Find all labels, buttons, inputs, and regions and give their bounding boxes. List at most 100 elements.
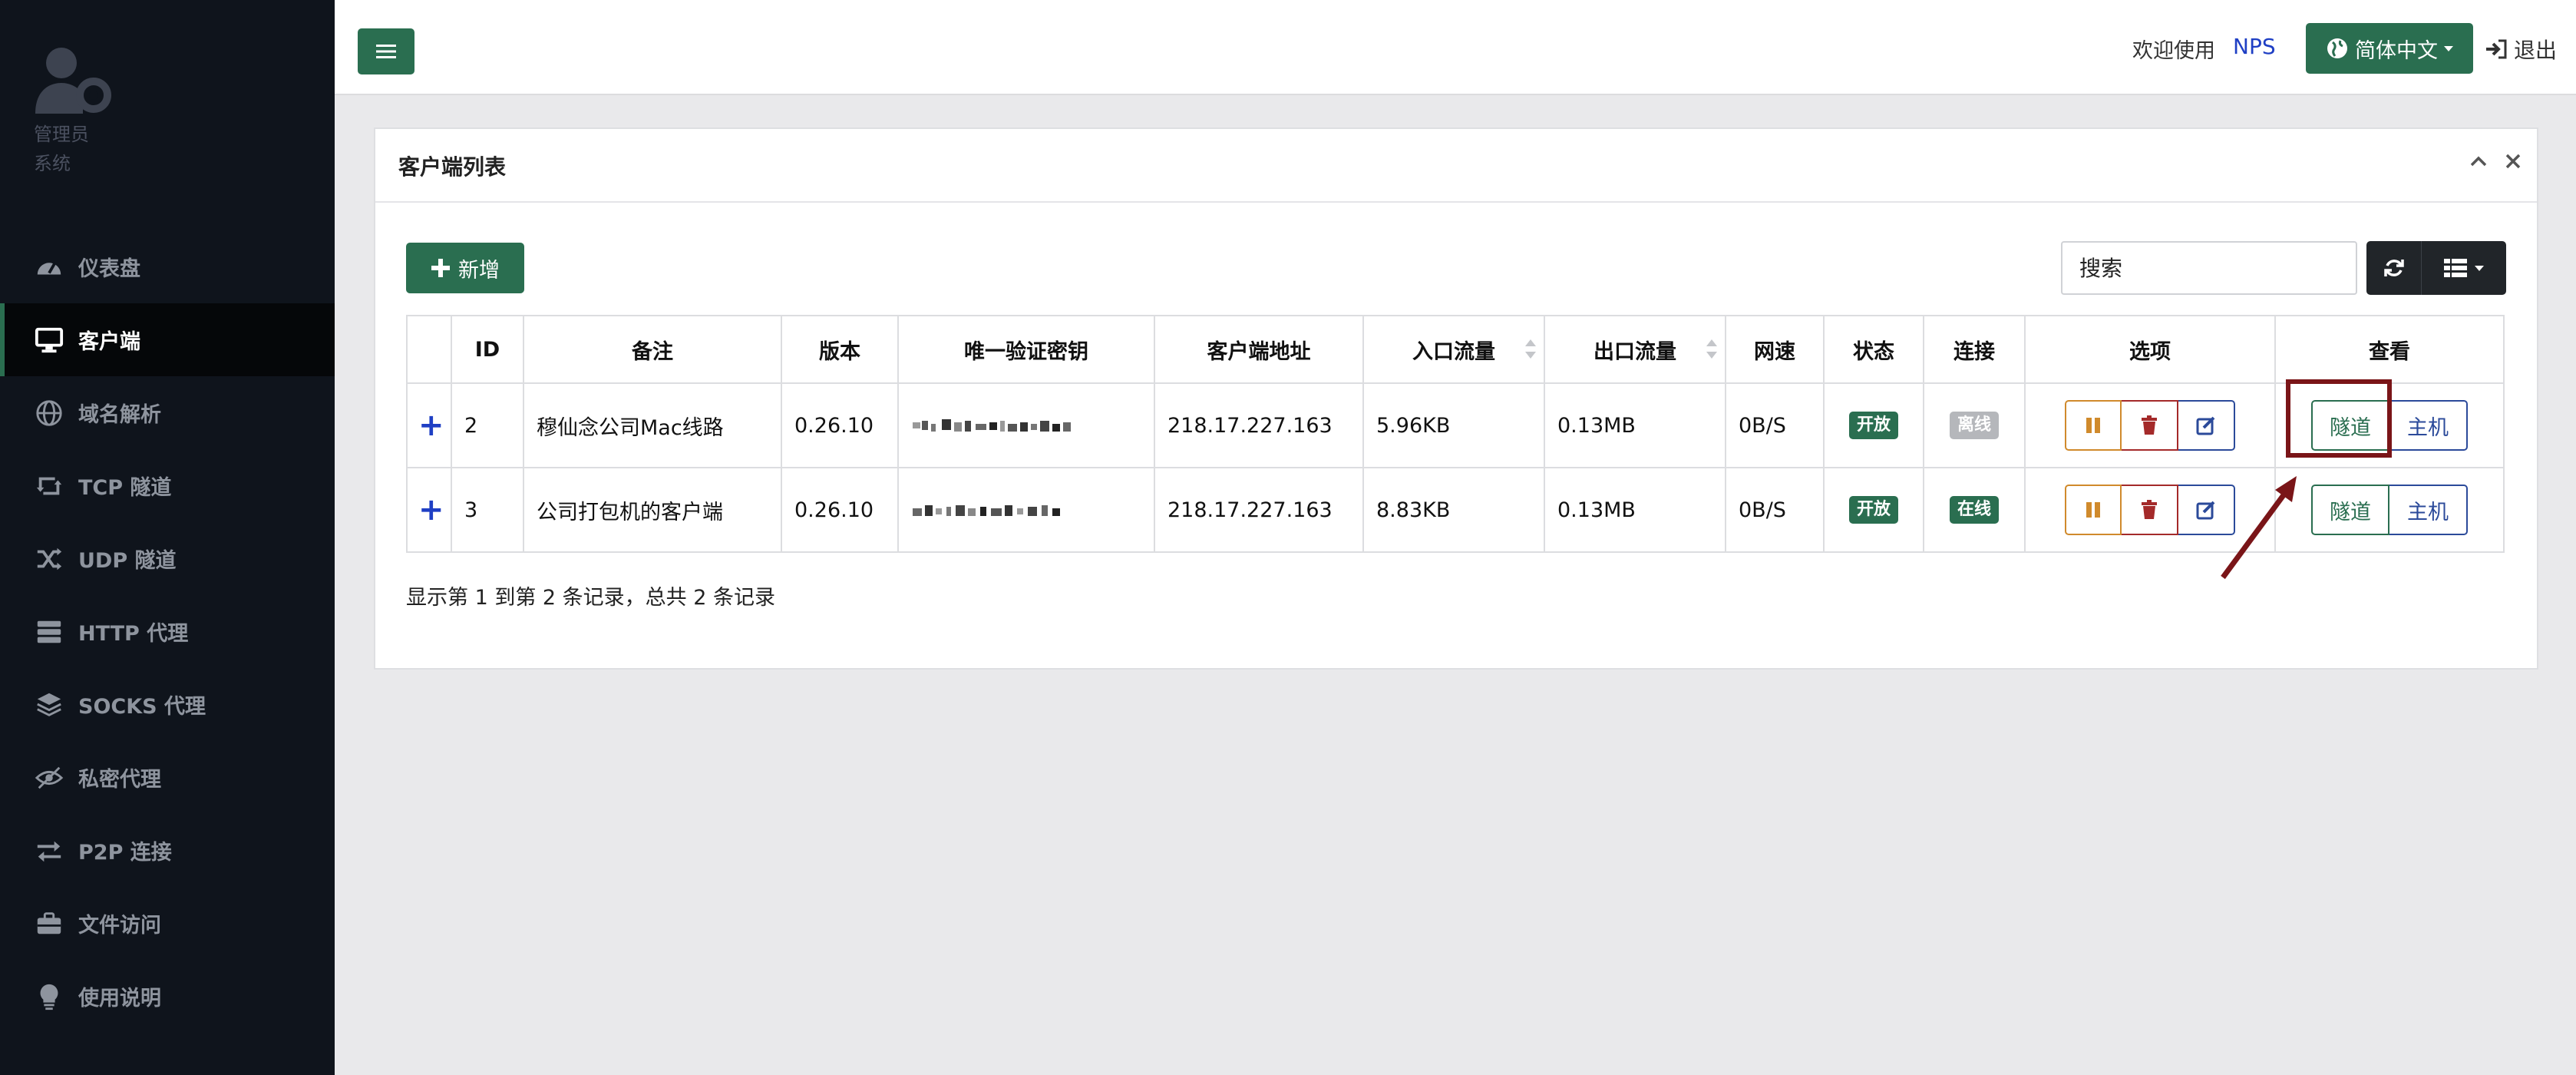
client-list-panel: 客户端列表 新增 ID 备注 版本 唯一验证密钥 客户端地址 入: [374, 127, 2538, 670]
plus-icon: [431, 259, 450, 277]
profile-name: 系统: [34, 153, 71, 174]
retweet-icon: [34, 471, 64, 501]
column-header-address[interactable]: 客户端地址: [1154, 315, 1364, 384]
cell-id: 3: [451, 467, 524, 553]
refresh-button[interactable]: [2366, 241, 2422, 295]
cell-address: 218.17.227.163: [1154, 382, 1364, 468]
sidebar-item-p2p[interactable]: P2P 连接: [0, 814, 335, 887]
language-dropdown[interactable]: 简体中文: [2306, 23, 2473, 74]
hamburger-icon: [376, 45, 396, 58]
options-button-group: [2065, 485, 2235, 535]
cell-out-flow: 0.13MB: [1544, 467, 1726, 553]
search-input[interactable]: [2061, 241, 2357, 295]
view-button-group: 隧道 主机: [2311, 400, 2468, 451]
trash-icon: [2142, 415, 2157, 435]
logout-label: 退出: [2514, 38, 2558, 63]
sidebar-item-label: TCP 隧道: [78, 476, 172, 500]
sidebar-item-label: 仪表盘: [78, 257, 140, 281]
server-icon: [34, 617, 64, 647]
cell-out-flow: 0.13MB: [1544, 382, 1726, 468]
pagination-info: 显示第 1 到第 2 条记录，总共 2 条记录: [406, 586, 776, 610]
logout-link[interactable]: 退出: [2485, 34, 2557, 64]
column-header-connection[interactable]: 连接: [1923, 315, 2026, 384]
briefcase-icon: [34, 908, 64, 939]
sidebar-item-socks[interactable]: SOCKS 代理: [0, 668, 335, 741]
th-list-icon: [2444, 259, 2467, 277]
view-tunnel-button[interactable]: 隧道: [2311, 485, 2389, 535]
view-tunnel-button[interactable]: 隧道: [2311, 400, 2389, 451]
collapse-icon[interactable]: [2469, 152, 2488, 170]
edit-button[interactable]: [2178, 485, 2235, 535]
expand-row-button[interactable]: +: [406, 382, 452, 468]
table-toolbar: [2366, 241, 2506, 295]
random-icon: [34, 544, 64, 574]
pause-button[interactable]: [2065, 485, 2122, 535]
sidebar-item-label: 客户端: [78, 330, 140, 354]
delete-button[interactable]: [2122, 485, 2178, 535]
sidebar: 管理员 系统 仪表盘 客户端 域名解析 TCP 隧道 UDP 隧道 HTTP 代…: [0, 0, 335, 1075]
edit-icon: [2196, 416, 2215, 435]
sidebar-item-dashboard[interactable]: 仪表盘: [0, 230, 335, 303]
cell-options: [2024, 382, 2276, 468]
sidebar-item-domain[interactable]: 域名解析: [0, 376, 335, 449]
column-header-remark[interactable]: 备注: [523, 315, 782, 384]
top-navbar: 欢迎使用 NPS 简体中文 退出: [335, 0, 2576, 95]
sidebar-item-label: 域名解析: [78, 403, 161, 427]
eye-slash-icon: [34, 762, 64, 793]
nps-link[interactable]: NPS: [2233, 34, 2276, 59]
view-host-button[interactable]: 主机: [2389, 485, 2468, 535]
column-header-status[interactable]: 状态: [1823, 315, 1924, 384]
cell-key: [897, 467, 1155, 553]
column-header-speed[interactable]: 网速: [1725, 315, 1825, 384]
globe-icon: [34, 398, 64, 428]
cell-key: [897, 382, 1155, 468]
column-header-options: 选项: [2024, 315, 2276, 384]
column-header-version[interactable]: 版本: [781, 315, 899, 384]
cell-remark: 公司打包机的客户端: [523, 467, 782, 553]
sidebar-toggle-button[interactable]: [358, 28, 414, 74]
table-header-row: ID 备注 版本 唯一验证密钥 客户端地址 入口流量 出口流量 网速 状态 连接…: [406, 315, 2505, 384]
view-host-button[interactable]: 主机: [2389, 400, 2468, 451]
user-profile: 管理员 系统: [34, 43, 114, 178]
sidebar-item-http[interactable]: HTTP 代理: [0, 595, 335, 668]
cell-view: 隧道 主机: [2274, 382, 2505, 468]
profile-role: 管理员: [34, 124, 89, 145]
expand-row-button[interactable]: +: [406, 467, 452, 553]
options-button-group: [2065, 400, 2235, 451]
cell-options: [2024, 467, 2276, 553]
sidebar-item-label: SOCKS 代理: [78, 695, 206, 719]
add-client-button[interactable]: 新增: [406, 243, 524, 293]
sidebar-item-label: 私密代理: [78, 768, 161, 792]
sidebar-item-label: 使用说明: [78, 987, 161, 1011]
column-header-key[interactable]: 唯一验证密钥: [897, 315, 1155, 384]
cell-in-flow: 8.83KB: [1362, 467, 1545, 553]
sidebar-item-udp[interactable]: UDP 隧道: [0, 522, 335, 595]
panel-title: 客户端列表: [398, 154, 507, 180]
caret-down-icon: [2475, 265, 2484, 271]
columns-dropdown-button[interactable]: [2422, 241, 2506, 295]
sidebar-item-clients[interactable]: 客户端: [0, 303, 335, 376]
cell-address: 218.17.227.163: [1154, 467, 1364, 553]
sign-out-icon: [2486, 39, 2507, 59]
column-header-out-flow[interactable]: 出口流量: [1544, 315, 1726, 384]
sidebar-item-files[interactable]: 文件访问: [0, 887, 335, 960]
cell-status: 开放: [1823, 382, 1924, 468]
cell-speed: 0B/S: [1725, 382, 1825, 468]
connection-badge: 离线: [1949, 412, 1999, 439]
sidebar-item-help[interactable]: 使用说明: [0, 960, 335, 1033]
trash-icon: [2142, 500, 2157, 519]
cell-version: 0.26.10: [781, 467, 899, 553]
delete-button[interactable]: [2122, 400, 2178, 451]
close-icon[interactable]: [2505, 152, 2522, 170]
sidebar-item-secret[interactable]: 私密代理: [0, 741, 335, 814]
desktop-icon: [34, 325, 64, 356]
column-header-id[interactable]: ID: [451, 315, 524, 384]
cell-status: 开放: [1823, 467, 1924, 553]
client-table: ID 备注 版本 唯一验证密钥 客户端地址 入口流量 出口流量 网速 状态 连接…: [406, 315, 2505, 553]
pause-button[interactable]: [2065, 400, 2122, 451]
sidebar-item-tcp[interactable]: TCP 隧道: [0, 449, 335, 522]
edit-button[interactable]: [2178, 400, 2235, 451]
column-header-in-flow[interactable]: 入口流量: [1362, 315, 1545, 384]
refresh-icon: [2383, 260, 2404, 276]
table-row: + 3 公司打包机的客户端 0.26.10 218.17.227.163 8.8…: [406, 467, 2505, 553]
